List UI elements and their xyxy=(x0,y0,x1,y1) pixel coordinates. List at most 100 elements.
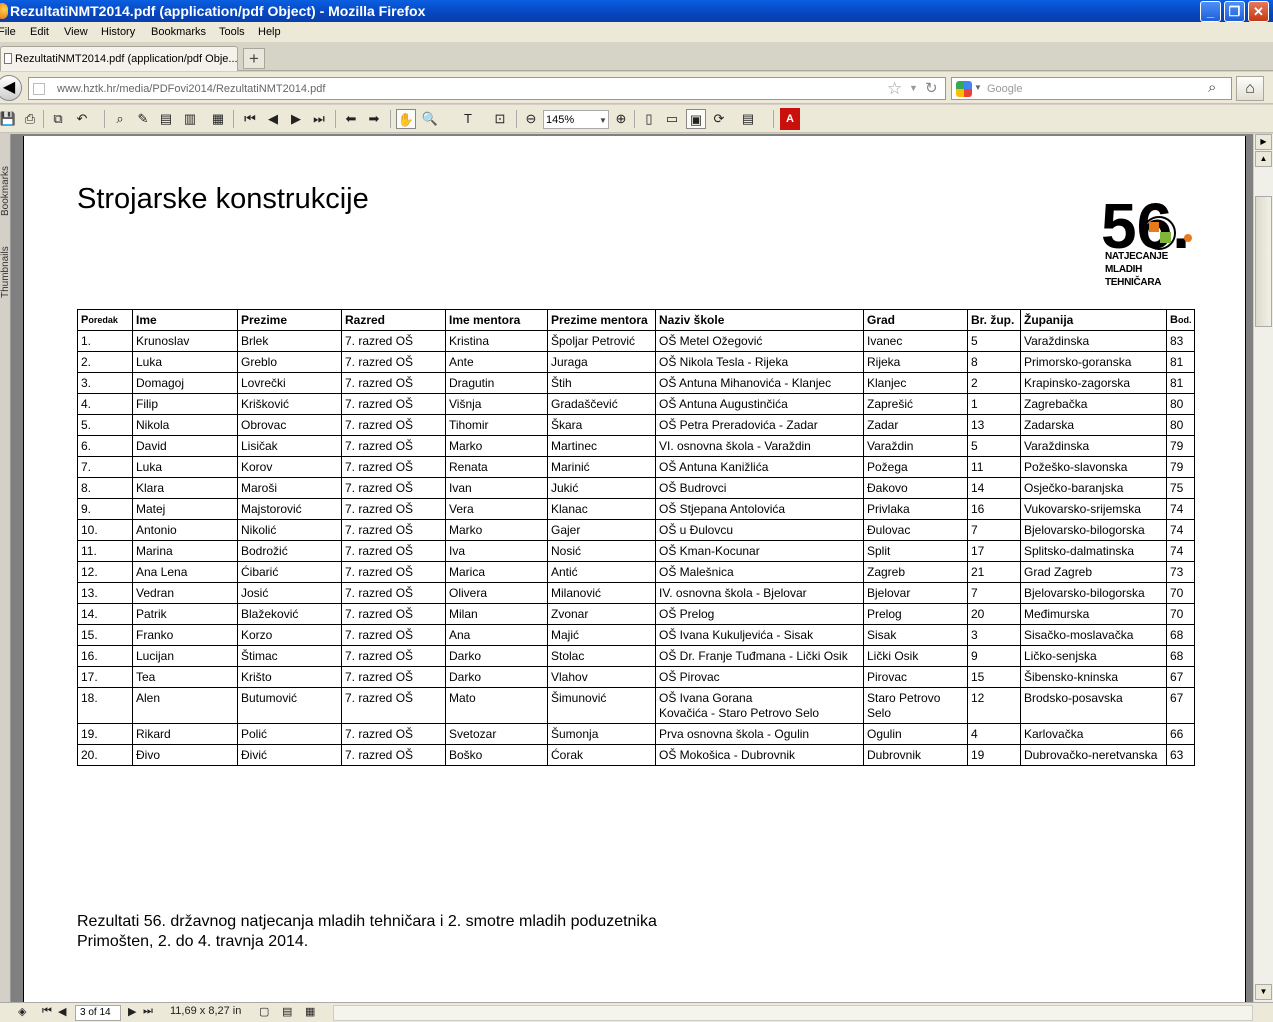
cell-grad: Rijeka xyxy=(863,351,968,373)
cell-prezime: Krišto xyxy=(237,666,342,688)
home-button[interactable]: ⌂ xyxy=(1236,76,1264,101)
facing-pages-icon[interactable]: ▦ xyxy=(305,1005,315,1018)
cell-prezime-mentora: Stolac xyxy=(547,645,656,667)
tools-icon[interactable]: ✎ xyxy=(133,109,153,129)
rotate-icon[interactable]: ⟳ xyxy=(709,109,729,129)
window-title: RezultatiNMT2014.pdf (application/pdf Ob… xyxy=(10,3,426,19)
fit-width-icon[interactable]: ▣ xyxy=(686,109,706,129)
save-icon[interactable]: 💾 xyxy=(0,109,18,129)
scrollbar-thumb[interactable] xyxy=(1255,196,1272,327)
cell-ime-mentora: Darko xyxy=(445,666,548,688)
previous-view-icon[interactable]: ⬅ xyxy=(341,109,361,129)
separator xyxy=(390,110,391,128)
single-page-icon[interactable]: ▢ xyxy=(259,1005,269,1018)
menu-file[interactable]: File xyxy=(0,26,16,38)
back-button[interactable]: ◀ xyxy=(0,75,22,101)
fit-page-icon[interactable]: ▭ xyxy=(662,109,682,129)
hide-panel-icon[interactable]: ◈ xyxy=(18,1005,26,1018)
prev-page-icon[interactable]: ◀ xyxy=(58,1005,66,1018)
url-text[interactable]: www.hztk.hr/media/PDFovi2014/RezultatiNM… xyxy=(57,83,325,95)
cell-poredak: 12. xyxy=(77,561,133,583)
url-bar[interactable]: www.hztk.hr/media/PDFovi2014/RezultatiNM… xyxy=(28,77,946,100)
menu-view[interactable]: View xyxy=(64,26,88,38)
page-layout-icon[interactable]: ▤ xyxy=(738,109,758,129)
pages-icon[interactable]: ▤ xyxy=(156,109,176,129)
print-icon[interactable]: ⎙ xyxy=(20,109,40,129)
zoom-out-icon[interactable]: ⊖ xyxy=(521,109,541,129)
hand-tool-icon[interactable]: ✋ xyxy=(396,109,416,129)
next-page-icon[interactable]: ▶ xyxy=(286,109,306,129)
scroll-up-arrow-icon[interactable]: ▲ xyxy=(1255,151,1272,167)
zoom-in-icon[interactable]: ⊕ xyxy=(611,109,631,129)
new-tab-button[interactable]: + xyxy=(243,48,265,69)
cell-ime-mentora: Dragutin xyxy=(445,372,548,394)
first-page-icon[interactable]: ⏮ xyxy=(240,109,260,129)
search-input[interactable]: Google xyxy=(987,83,1022,95)
menu-bookmarks[interactable]: Bookmarks xyxy=(151,26,206,38)
document-title: Strojarske konstrukcije xyxy=(77,183,369,215)
first-page-icon[interactable]: ⏮ xyxy=(42,1005,52,1018)
cell-naziv-skole: OŠ Prelog xyxy=(655,603,864,625)
snapshot-icon[interactable]: ⊡ xyxy=(490,109,510,129)
cell-prezime: Đivić xyxy=(237,744,342,766)
bookmarks-tab[interactable]: Bookmarks xyxy=(0,156,11,216)
results-body: 1. Krunoslav Brlek 7. razred OŠ Kristina Špol… xyxy=(77,330,1196,766)
table-row: 15. Franko Korzo 7. razred OŠ Ana Majić OŠ Iva… xyxy=(77,624,1196,646)
actual-size-icon[interactable]: ▯ xyxy=(639,109,659,129)
search-icon[interactable]: ⌕ xyxy=(1208,79,1216,96)
menu-tools[interactable]: Tools xyxy=(219,26,245,38)
sidebar-toggle-icon[interactable]: ▦ xyxy=(208,109,228,129)
pages-icon[interactable]: ▥ xyxy=(180,109,200,129)
cell-grad: Zaprešić xyxy=(863,393,968,415)
site-identity-icon[interactable] xyxy=(33,83,45,95)
google-engine-icon[interactable] xyxy=(956,81,972,97)
cell-ime: Klara xyxy=(132,477,238,499)
thumbnails-tab[interactable]: Thumbnails xyxy=(0,226,11,298)
minimize-button[interactable]: _ xyxy=(1200,1,1221,22)
header-ime-mentora: Ime mentora xyxy=(445,309,548,331)
history-dropdown-icon[interactable]: ▼ xyxy=(909,83,918,93)
maximize-button[interactable]: ❐ xyxy=(1224,1,1245,22)
scroll-down-arrow-icon[interactable]: ▼ xyxy=(1255,984,1272,1000)
close-button[interactable]: ✕ xyxy=(1248,1,1269,22)
cell-ime: Matej xyxy=(132,498,238,520)
next-view-icon[interactable]: ➡ xyxy=(364,109,384,129)
last-page-icon[interactable]: ⏭ xyxy=(309,109,329,129)
text-select-icon[interactable]: T xyxy=(458,109,478,129)
header-prezime: Prezime xyxy=(237,309,342,331)
copy-icon[interactable]: ⧉ xyxy=(48,109,68,129)
horizontal-scrollbar[interactable] xyxy=(333,1005,1253,1021)
undo-icon[interactable]: ↶ xyxy=(72,109,92,129)
page-number-field[interactable]: 3 of 14 xyxy=(75,1005,121,1021)
cell-bod: 79 xyxy=(1165,456,1196,478)
menu-help[interactable]: Help xyxy=(258,26,281,38)
search-bar[interactable]: ▼ Google ⌕ xyxy=(951,77,1232,100)
document-footer: Rezultati 56. državnog natjecanja mladih… xyxy=(77,912,657,952)
cell-ime: Lucijan xyxy=(132,645,238,667)
footer-line-1: Rezultati 56. državnog natjecanja mladih… xyxy=(77,913,657,930)
reload-icon[interactable]: ↻ xyxy=(925,79,938,97)
prev-page-icon[interactable]: ◀ xyxy=(263,109,283,129)
scroll-right-arrow-icon[interactable]: ▶ xyxy=(1255,134,1272,150)
engine-dropdown-icon[interactable]: ▼ xyxy=(974,83,982,92)
cell-grad: Đakovo xyxy=(863,477,968,499)
zoom-select[interactable]: 145% ▼ xyxy=(543,110,609,129)
vertical-scrollbar[interactable]: ▶ ▲ ▼ xyxy=(1253,134,1273,1002)
next-page-icon[interactable]: ▶ xyxy=(128,1005,136,1018)
adobe-logo-icon[interactable]: A xyxy=(780,108,800,130)
menu-history[interactable]: History xyxy=(101,26,135,38)
tab-pdf[interactable]: RezultatiNMT2014.pdf (application/pdf Ob… xyxy=(0,46,238,71)
last-page-icon[interactable]: ⏭ xyxy=(143,1005,153,1018)
continuous-icon[interactable]: ▤ xyxy=(282,1005,292,1018)
cell-grad: Pirovac xyxy=(863,666,968,688)
cell-bod: 66 xyxy=(1165,723,1196,745)
cell-poredak: 15. xyxy=(77,624,133,646)
bookmark-star-icon[interactable]: ☆ xyxy=(887,79,902,99)
header-naziv-skole: Naziv škole xyxy=(655,309,864,331)
menu-edit[interactable]: Edit xyxy=(30,26,49,38)
find-icon[interactable]: ⌕ xyxy=(110,109,130,129)
pdf-status-bar: ◈ ⏮ ◀ 3 of 14 ▶ ⏭ 11,69 x 8,27 in ▢ ▤ ▦ xyxy=(0,1002,1273,1022)
cell-bod: 70 xyxy=(1165,582,1196,604)
cell-prezime: Lisičak xyxy=(237,435,342,457)
zoom-tool-icon[interactable]: 🔍 xyxy=(420,109,440,129)
